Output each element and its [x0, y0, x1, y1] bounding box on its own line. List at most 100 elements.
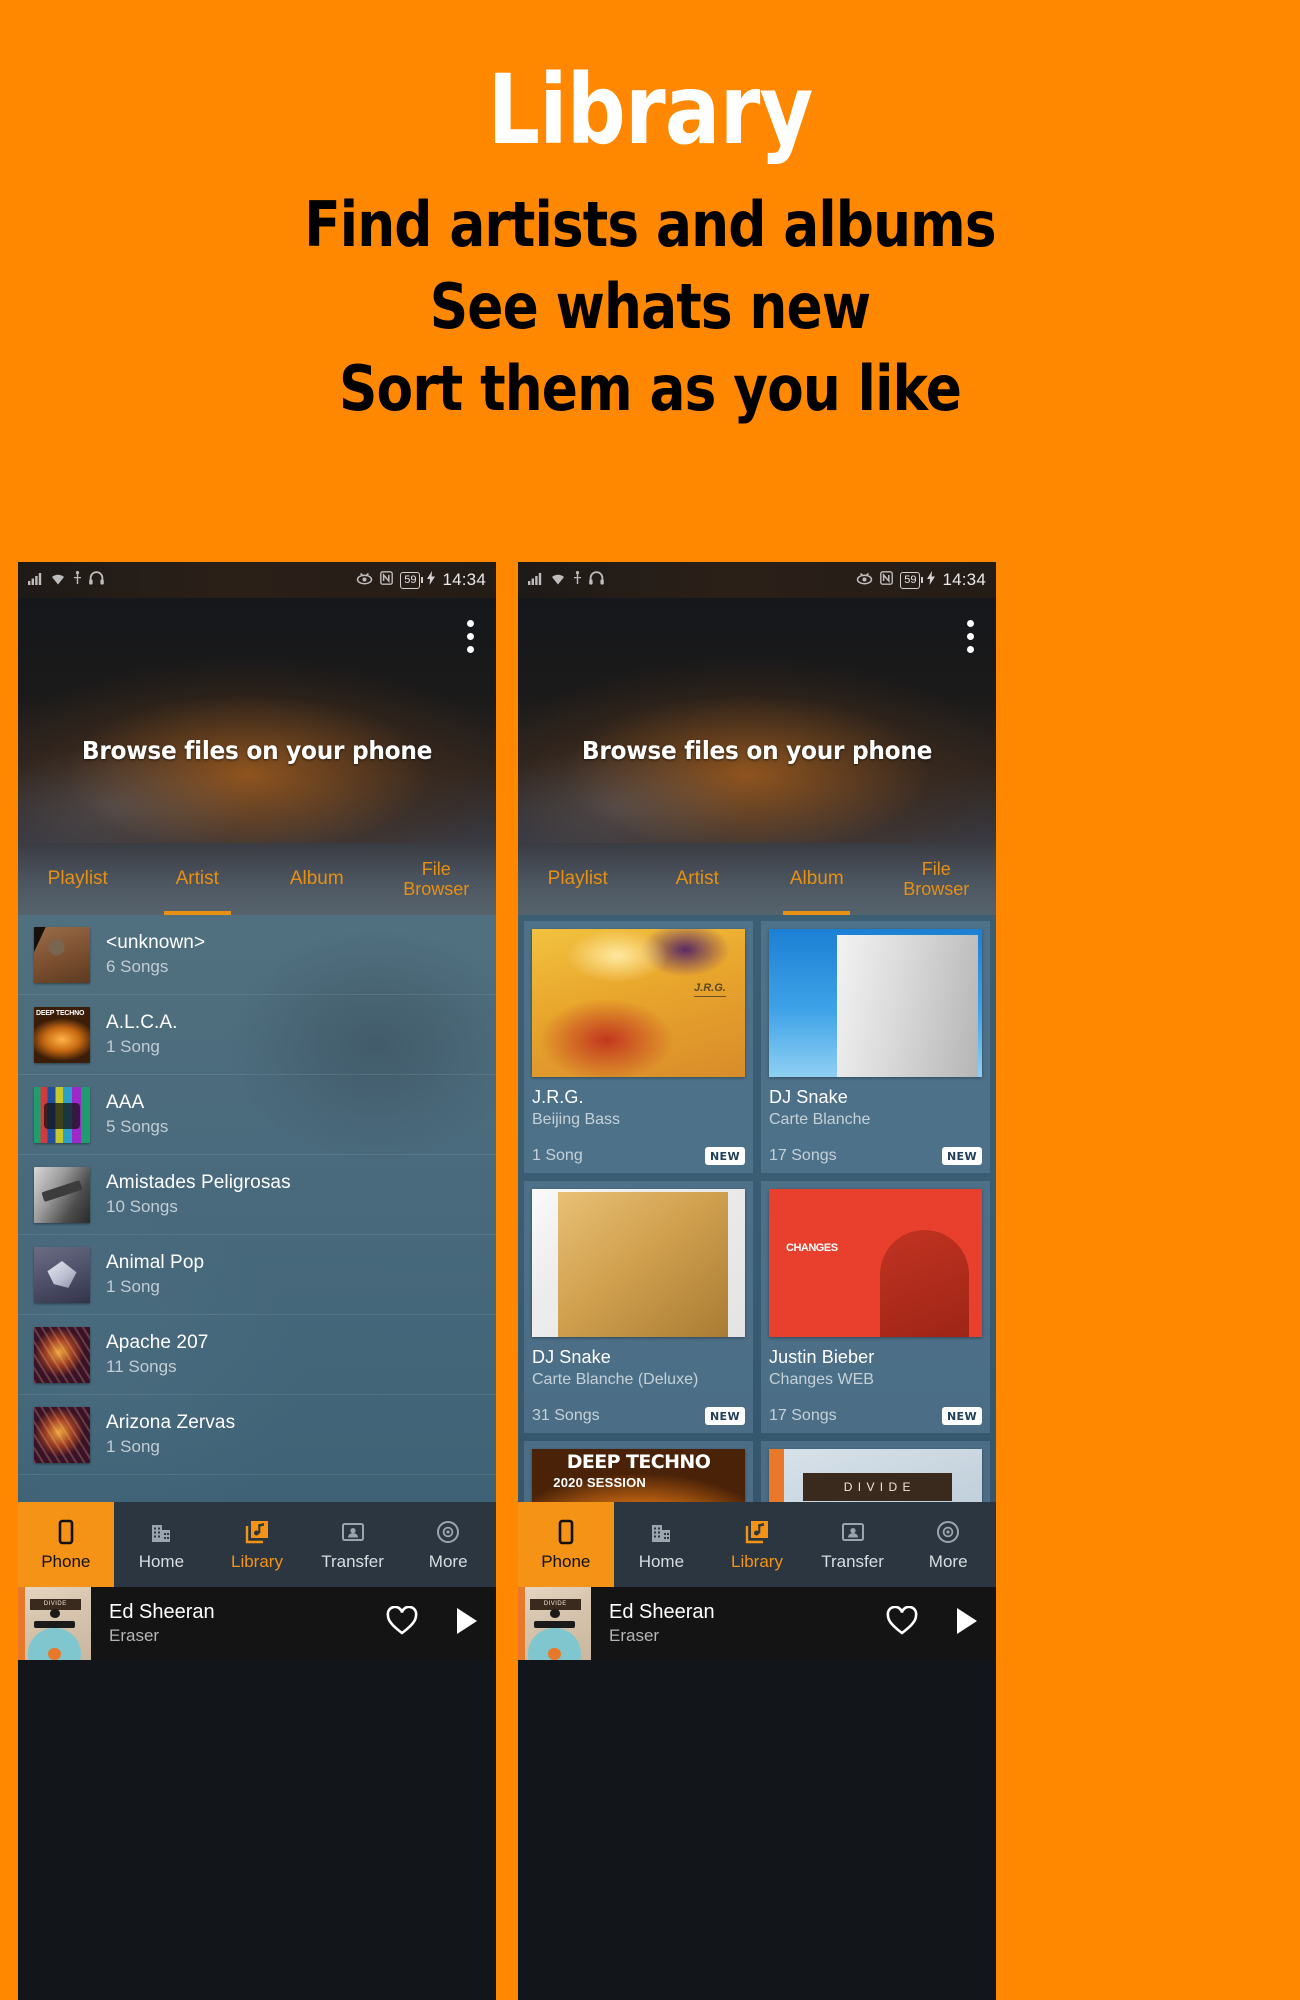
- album-card[interactable]: J.R.G. Beijing Bass 1 Song NEW: [524, 921, 753, 1173]
- nav-item-transfer[interactable]: Transfer: [805, 1502, 901, 1587]
- library-tab-bar: Playlist Artist Album File Browser: [518, 843, 996, 915]
- album-art-thumbnail: [34, 1166, 90, 1223]
- now-playing-actions: [386, 1605, 480, 1641]
- contact-card-icon: [339, 1518, 367, 1546]
- nav-item-phone-label: Phone: [541, 1551, 591, 1571]
- list-item[interactable]: A.L.C.A. 1 Song: [18, 995, 496, 1075]
- phone-screenshots: 59 14:34 Browse files on your phone Play…: [0, 562, 1300, 2000]
- album-card[interactable]: [524, 1441, 753, 1502]
- album-artist: DJ Snake: [532, 1347, 611, 1367]
- play-icon[interactable]: [954, 1606, 980, 1641]
- now-playing-bar[interactable]: DIVIDE Ed Sheeran Eraser: [18, 1587, 496, 1660]
- album-art: [532, 1189, 745, 1337]
- heart-icon[interactable]: [886, 1605, 918, 1641]
- kebab-menu-icon[interactable]: [967, 620, 974, 653]
- library-hero-header: Browse files on your phone: [18, 598, 496, 843]
- nav-item-home[interactable]: Home: [114, 1502, 210, 1587]
- album-art-thumbnail: [34, 1326, 90, 1383]
- album-art-dot: [50, 1608, 61, 1618]
- artist-meta: Animal Pop 1 Song: [106, 1252, 204, 1297]
- artist-list[interactable]: <unknown> 6 Songs A.L.C.A. 1 Song AAA: [18, 915, 496, 1502]
- signal-icon: [528, 572, 543, 589]
- album-card[interactable]: DJ Snake Carte Blanche (Deluxe) 31 Songs…: [524, 1181, 753, 1433]
- nav-item-more[interactable]: More: [900, 1502, 996, 1587]
- album-footer: 1 Song NEW: [532, 1147, 745, 1165]
- tab-album[interactable]: Album: [257, 843, 377, 915]
- artist-song-count: 5 Songs: [106, 1117, 169, 1136]
- tab-album-label: Album: [289, 868, 344, 890]
- album-title: Changes WEB: [769, 1371, 874, 1388]
- album-card[interactable]: DJ Snake Carte Blanche 17 Songs NEW: [761, 921, 990, 1173]
- tab-playlist-label: Playlist: [47, 868, 108, 890]
- list-item[interactable]: <unknown> 6 Songs: [18, 915, 496, 995]
- phone-icon: [52, 1518, 80, 1546]
- artist-song-count: 11 Songs: [106, 1357, 177, 1376]
- album-card[interactable]: [761, 1441, 990, 1502]
- tab-file-browser-label: File Browser: [903, 859, 969, 899]
- album-title: Carte Blanche: [769, 1111, 871, 1128]
- artist-name: AAA: [106, 1092, 145, 1113]
- nav-item-library[interactable]: Library: [709, 1502, 805, 1587]
- status-bar-right-icons: 59 14:34: [856, 570, 986, 590]
- contact-card-icon: [839, 1518, 867, 1546]
- music-library-icon: [743, 1518, 771, 1546]
- play-icon[interactable]: [454, 1606, 480, 1641]
- nav-item-home[interactable]: Home: [614, 1502, 710, 1587]
- nfc-icon: [880, 571, 894, 589]
- now-playing-meta: Ed Sheeran Eraser: [609, 1601, 715, 1646]
- artist-meta: Apache 207 11 Songs: [106, 1332, 208, 1377]
- album-art-dot: [550, 1608, 561, 1618]
- now-playing-track: Eraser: [109, 1626, 160, 1645]
- nav-item-library[interactable]: Library: [209, 1502, 305, 1587]
- tab-album-label: Album: [789, 868, 844, 890]
- nav-item-phone[interactable]: Phone: [518, 1502, 614, 1587]
- artist-meta: AAA 5 Songs: [106, 1092, 168, 1137]
- bolt-icon: [427, 571, 436, 589]
- building-icon: [147, 1518, 175, 1546]
- wifi-icon: [550, 572, 566, 589]
- library-tab-bar: Playlist Artist Album File Browser: [18, 843, 496, 915]
- header-title: Browse files on your phone: [81, 736, 433, 765]
- tab-playlist[interactable]: Playlist: [518, 843, 638, 915]
- library-hero-header: Browse files on your phone: [518, 598, 996, 843]
- album-art-thumbnail: [34, 1086, 90, 1143]
- artist-name: Apache 207: [106, 1332, 209, 1353]
- status-bar-right-icons: 59 14:34: [356, 570, 486, 590]
- now-playing-bar[interactable]: DIVIDE Ed Sheeran Eraser: [518, 1587, 996, 1660]
- nav-item-phone-label: Phone: [41, 1551, 91, 1571]
- tab-file-browser[interactable]: File Browser: [377, 843, 497, 915]
- album-card[interactable]: Justin Bieber Changes WEB 17 Songs NEW: [761, 1181, 990, 1433]
- tab-artist[interactable]: Artist: [138, 843, 258, 915]
- album-art-thumbnail: [34, 1246, 90, 1303]
- album-art-stripe: [18, 1587, 25, 1660]
- tab-playlist[interactable]: Playlist: [18, 843, 138, 915]
- list-item[interactable]: Apache 207 11 Songs: [18, 1315, 496, 1395]
- nav-item-phone[interactable]: Phone: [18, 1502, 114, 1587]
- list-item[interactable]: AAA 5 Songs: [18, 1075, 496, 1155]
- nav-item-transfer-label: Transfer: [821, 1551, 884, 1571]
- kebab-menu-icon[interactable]: [467, 620, 474, 653]
- nav-item-more[interactable]: More: [400, 1502, 496, 1587]
- usb-icon: [73, 571, 82, 589]
- tab-artist[interactable]: Artist: [638, 843, 758, 915]
- album-grid[interactable]: J.R.G. Beijing Bass 1 Song NEW DJ Snake …: [518, 915, 996, 1502]
- tab-playlist-label: Playlist: [547, 868, 608, 890]
- heart-icon[interactable]: [386, 1605, 418, 1641]
- status-badge: NEW: [704, 1147, 745, 1165]
- tab-album[interactable]: Album: [757, 843, 877, 915]
- list-item[interactable]: Animal Pop 1 Song: [18, 1235, 496, 1315]
- page-title: Library: [487, 54, 814, 166]
- promo-line-3: Sort them as you like: [339, 351, 962, 425]
- eye-off-icon: [856, 572, 873, 589]
- nav-item-more-label: More: [928, 1551, 968, 1571]
- album-art: [532, 1449, 745, 1502]
- artist-name: A.L.C.A.: [106, 1012, 178, 1033]
- album-title: Carte Blanche (Deluxe): [532, 1371, 699, 1388]
- list-item[interactable]: Amistades Peligrosas 10 Songs: [18, 1155, 496, 1235]
- album-art-thumbnail: [34, 1006, 90, 1063]
- list-item[interactable]: Arizona Zervas 1 Song: [18, 1395, 496, 1475]
- tab-artist-label: Artist: [175, 868, 219, 890]
- now-playing-meta: Ed Sheeran Eraser: [109, 1601, 215, 1646]
- nav-item-transfer[interactable]: Transfer: [305, 1502, 401, 1587]
- tab-file-browser[interactable]: File Browser: [877, 843, 997, 915]
